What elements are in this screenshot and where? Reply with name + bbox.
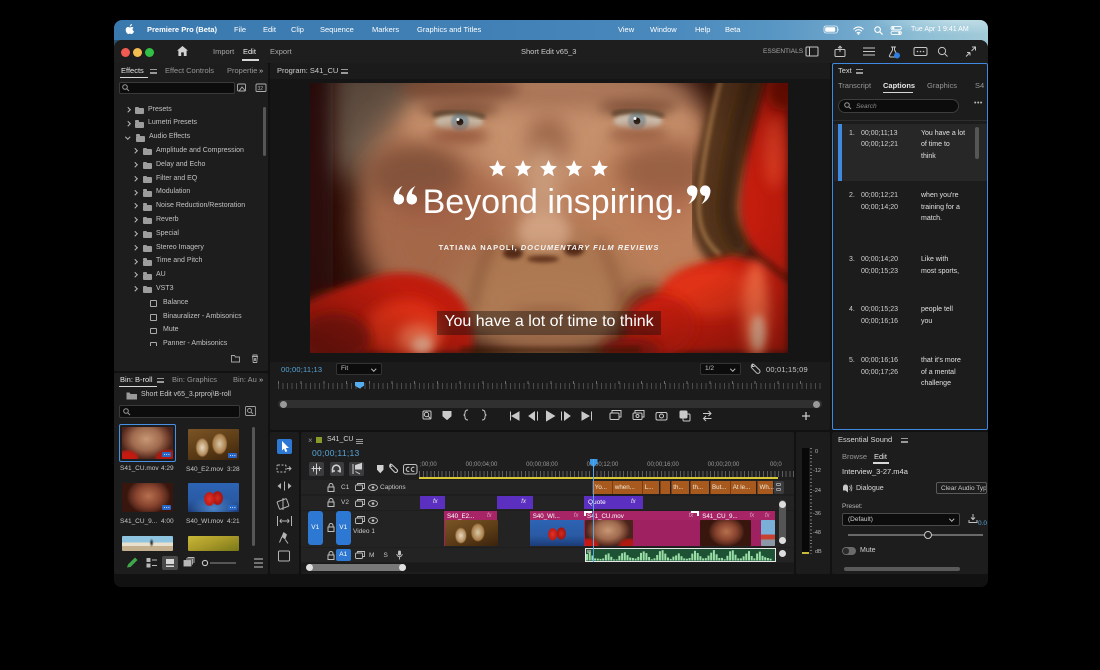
svg-text:32: 32 bbox=[258, 86, 264, 92]
